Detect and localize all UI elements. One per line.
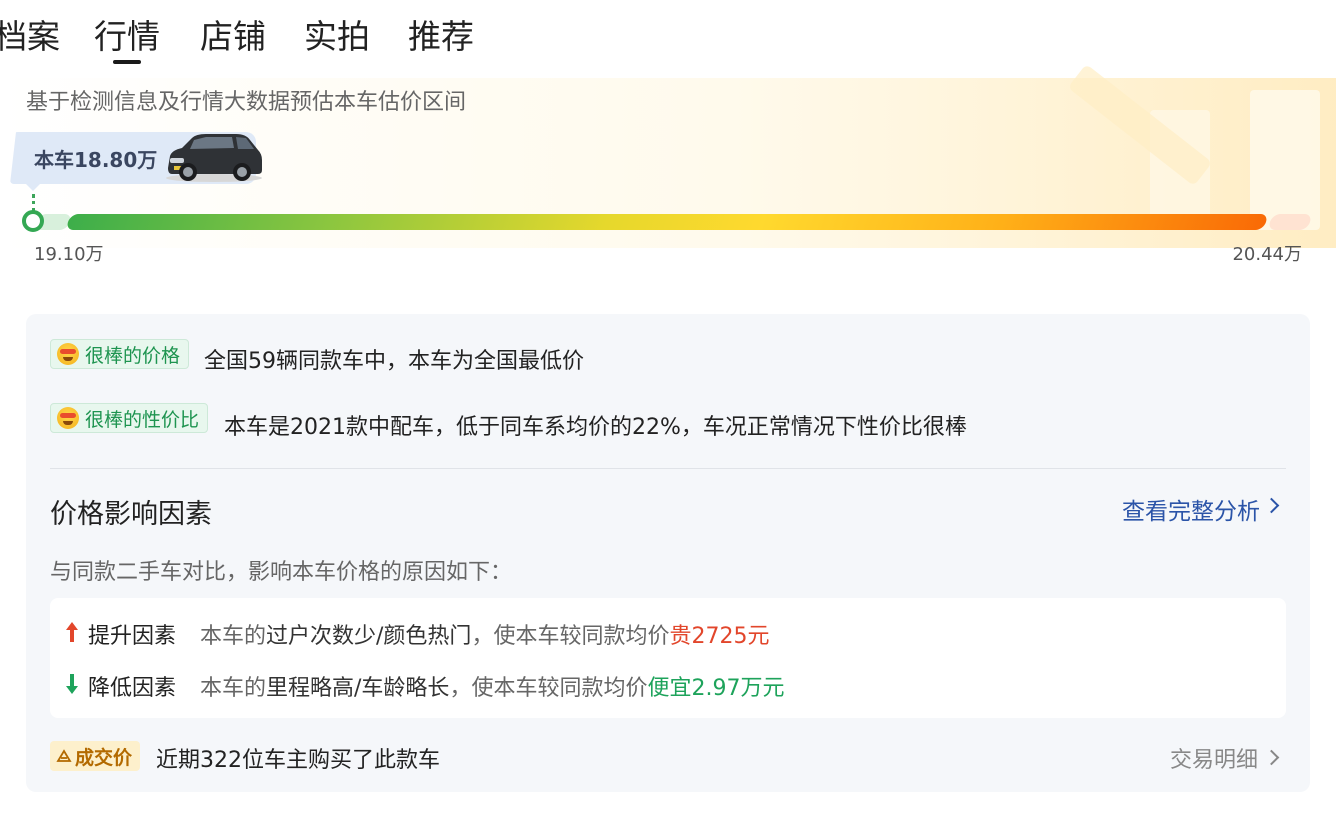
factors-description: 与同款二手车对比，影响本车价格的原因如下： (50, 560, 513, 585)
deal-price-badge: 成交价 (50, 741, 141, 771)
factor-mid: ，使本车较同款均价 (471, 624, 670, 649)
star-eyes-emoji-icon (57, 407, 79, 429)
tab-archive[interactable]: 档案 (0, 14, 60, 60)
factor-effect: 便宜2.97万元 (647, 676, 785, 701)
tab-bar: 档案 行情 店铺 实拍 推荐 (0, 0, 1336, 70)
car-price-label: 本车18.80万 (34, 148, 158, 172)
view-full-analysis-link[interactable]: 查看完整分析 (1122, 492, 1260, 526)
great-price-text: 全国59辆同款车中，本车为全国最低价 (204, 349, 584, 374)
decrease-factor-text: 本车的里程略高/车龄略长，使本车较同款均价便宜2.97万元 (200, 670, 784, 702)
factor-effect: 贵2725元 (669, 624, 770, 649)
factor-prefix: 本车的 (200, 624, 267, 649)
valuation-subtitle: 基于检测信息及行情大数据预估本车估价区间 (26, 90, 467, 115)
great-value-text: 本车是2021款中配车，低于同车系均价的22%，车况正常情况下性价比很棒 (224, 415, 967, 440)
great-value-badge: 很棒的性价比 (50, 403, 209, 433)
factor-items: 过户次数少/颜色热门 (266, 624, 472, 649)
decrease-factor-label: 降低因素 (88, 676, 177, 701)
factors-title: 价格影响因素 (50, 499, 212, 530)
transaction-detail-link[interactable]: 交易明细 (1170, 742, 1258, 774)
range-max-price: 20.44万 (1232, 244, 1302, 265)
tag-pointer (24, 182, 42, 191)
range-bar-right-cap (1267, 214, 1313, 230)
deal-badge-label: 成交价 (75, 746, 133, 769)
tab-store[interactable]: 店铺 (200, 14, 266, 60)
arrow-down-icon (66, 674, 78, 694)
tab-recommend[interactable]: 推荐 (408, 14, 474, 60)
arrow-up-icon (66, 622, 78, 642)
price-analysis-card (26, 314, 1310, 792)
hero-decoration (1250, 90, 1320, 230)
tab-market[interactable]: 行情 (94, 14, 160, 60)
tab-photos[interactable]: 实拍 (304, 14, 370, 60)
divider (50, 468, 1286, 469)
tab-active-indicator (113, 60, 141, 64)
great-price-badge: 很棒的价格 (50, 339, 190, 369)
handshake-icon (56, 749, 72, 762)
factor-prefix: 本车的 (200, 676, 267, 701)
badge-label: 很棒的价格 (85, 344, 181, 367)
increase-factor-label: 提升因素 (88, 624, 177, 649)
car-price-marker (22, 210, 44, 232)
car-icon (166, 134, 262, 182)
range-min-price: 19.10万 (34, 244, 104, 265)
factor-items: 里程略高/车龄略长 (266, 676, 450, 701)
star-eyes-emoji-icon (57, 343, 79, 365)
factor-mid: ，使本车较同款均价 (449, 676, 648, 701)
badge-label: 很棒的性价比 (85, 408, 200, 431)
increase-factor-text: 本车的过户次数少/颜色热门，使本车较同款均价贵2725元 (200, 618, 769, 650)
price-range-bar (65, 214, 1269, 230)
deal-text: 近期322位车主购买了此款车 (156, 748, 440, 773)
